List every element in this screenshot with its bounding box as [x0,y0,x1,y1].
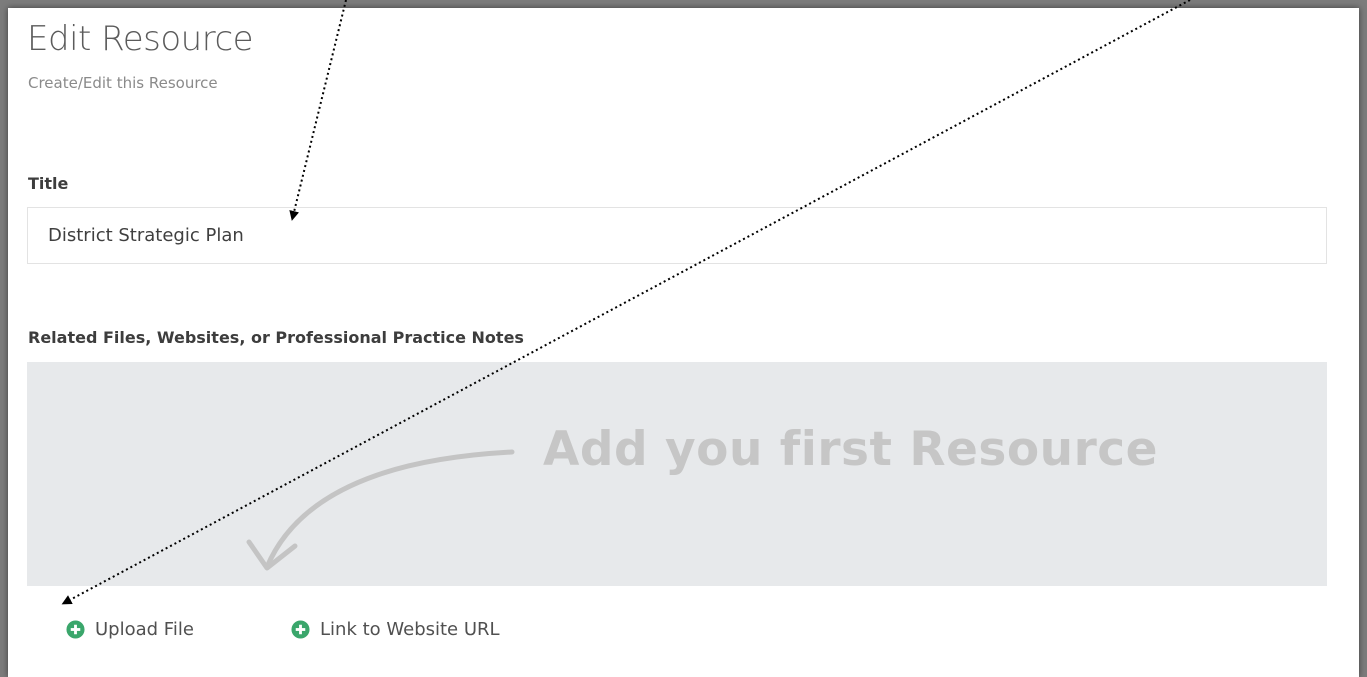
dropzone-placeholder-text: Add you first Resource [543,422,1159,477]
related-resources-label: Related Files, Websites, or Professional… [28,328,524,347]
edit-resource-panel: Edit Resource Create/Edit this Resource … [8,8,1359,677]
link-website-button[interactable]: Link to Website URL [291,616,500,642]
window-frame: Edit Resource Create/Edit this Resource … [0,0,1367,677]
link-website-label: Link to Website URL [320,618,500,640]
page-title: Edit Resource [27,19,254,59]
upload-file-button[interactable]: Upload File [66,616,194,642]
resources-dropzone: Add you first Resource [27,362,1327,586]
plus-circle-icon [66,619,85,639]
page-subtitle: Create/Edit this Resource [28,74,218,92]
curved-arrow-icon [246,449,515,571]
title-input[interactable] [27,207,1327,264]
upload-file-label: Upload File [95,618,194,640]
plus-circle-icon [291,619,310,639]
title-field-label: Title [28,174,69,193]
